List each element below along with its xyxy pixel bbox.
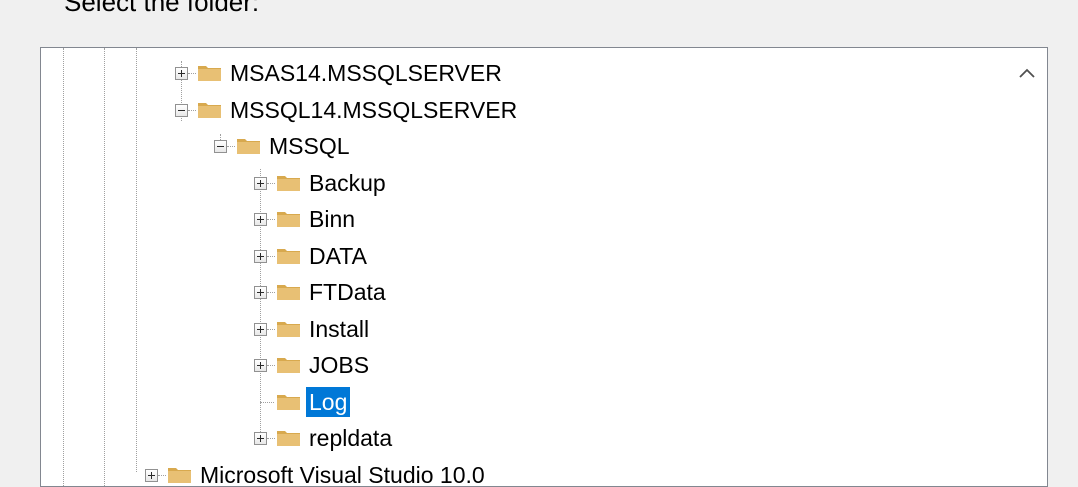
toggle-plus-bar [260, 435, 261, 442]
tree-item-label[interactable]: repldata [306, 423, 395, 453]
tree-guide-line [136, 48, 137, 472]
tree-item-label[interactable]: Log [306, 387, 350, 417]
folder-icon [276, 246, 302, 266]
tree-connector-line [267, 365, 275, 366]
tree-item-label[interactable]: Backup [306, 168, 389, 198]
tree-item-label[interactable]: Microsoft Visual Studio 10.0 [197, 460, 488, 487]
prompt-label: Select the folder: [64, 0, 259, 18]
folder-tree[interactable]: MSAS14.MSSQLSERVER MSSQL14.MSSQLSERVER MSS… [40, 47, 1048, 487]
expand-toggle-icon[interactable] [254, 250, 267, 263]
toggle-plus-bar [181, 70, 182, 77]
scroll-up-button[interactable] [1013, 60, 1041, 88]
collapse-toggle-icon[interactable] [175, 104, 188, 117]
tree-item-label[interactable]: DATA [306, 241, 370, 271]
expand-toggle-icon[interactable] [254, 432, 267, 445]
folder-icon [276, 319, 302, 339]
folder-icon [197, 100, 223, 120]
expand-toggle-icon[interactable] [254, 323, 267, 336]
tree-item-label[interactable]: MSSQL [266, 131, 353, 161]
tree-connector-line [227, 146, 235, 147]
tree-item-label[interactable]: Install [306, 314, 372, 344]
tree-connector-line [188, 73, 196, 74]
tree-connector-line [267, 256, 275, 257]
folder-icon [276, 209, 302, 229]
tree-connector-line [267, 219, 275, 220]
folder-icon [236, 136, 262, 156]
tree-item-label[interactable]: MSSQL14.MSSQLSERVER [227, 95, 520, 125]
expand-toggle-icon[interactable] [254, 286, 267, 299]
chevron-up-icon [1019, 65, 1035, 83]
expand-toggle-icon[interactable] [145, 469, 158, 482]
tree-connector-line [260, 402, 274, 403]
toggle-plus-bar [260, 289, 261, 296]
tree-item-label[interactable]: FTData [306, 277, 389, 307]
toggle-plus-bar [260, 216, 261, 223]
tree-connector-line [267, 292, 275, 293]
tree-item-label[interactable]: JOBS [306, 350, 372, 380]
tree-connector-line [267, 438, 275, 439]
toggle-minus-bar [178, 110, 185, 111]
folder-icon [197, 63, 223, 83]
tree-connector-line [188, 110, 196, 111]
expand-toggle-icon[interactable] [254, 177, 267, 190]
tree-connector-line [158, 475, 166, 476]
tree-connector-line [260, 169, 261, 439]
expand-toggle-icon[interactable] [175, 67, 188, 80]
expand-toggle-icon[interactable] [254, 359, 267, 372]
tree-item-label[interactable]: MSAS14.MSSQLSERVER [227, 58, 505, 88]
folder-icon [276, 355, 302, 375]
folder-icon [276, 392, 302, 412]
toggle-plus-bar [260, 326, 261, 333]
tree-connector-line [267, 329, 275, 330]
folder-icon [167, 465, 193, 485]
expand-toggle-icon[interactable] [254, 213, 267, 226]
toggle-plus-bar [260, 362, 261, 369]
folder-icon [276, 428, 302, 448]
folder-icon [276, 282, 302, 302]
toggle-minus-bar [217, 146, 224, 147]
folder-icon [276, 173, 302, 193]
tree-item-label[interactable]: Binn [306, 204, 358, 234]
toggle-plus-bar [151, 472, 152, 479]
tree-connector-line [267, 183, 275, 184]
toggle-plus-bar [260, 180, 261, 187]
tree-guide-line [63, 48, 64, 487]
toggle-plus-bar [260, 253, 261, 260]
tree-guide-line [104, 48, 105, 487]
collapse-toggle-icon[interactable] [214, 140, 227, 153]
